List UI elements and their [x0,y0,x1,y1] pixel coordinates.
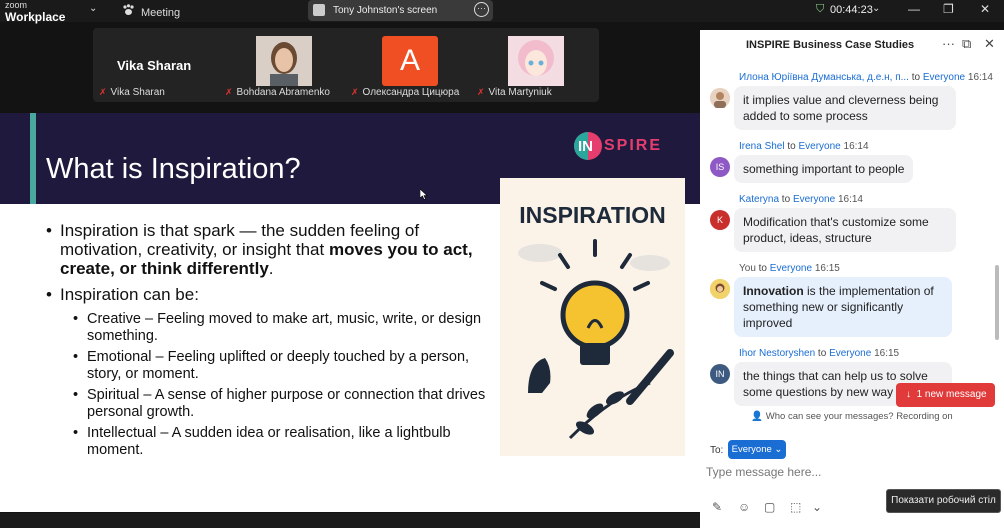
chat-panel: INSPIRE Business Case Studies ··· ⧉ ✕ Ил… [700,30,1004,528]
participant-tile[interactable]: ✗ Vita Martyniuk [471,28,597,102]
chat-message[interactable]: IS Irena Shel to Everyone 16:14 somethin… [710,141,1000,185]
participant-name-label: ✗ Vika Sharan [99,87,165,98]
chevron-down-icon[interactable]: ⌄ [812,500,822,514]
meeting-button[interactable]: Meeting [122,4,180,19]
message-bubble: Modification that's customize some produ… [734,208,956,252]
chat-scrollbar[interactable] [995,265,999,340]
sub-bullet-intellectual: Intellectual – A sudden idea or realisat… [73,425,496,459]
chevron-down-icon[interactable]: ⌄ [872,3,880,14]
chat-title: INSPIRE Business Case Studies [746,39,915,51]
mic-muted-icon: ✗ [477,87,485,97]
message-meta: Kateryna to Everyone 16:14 [739,194,863,205]
minimize-icon[interactable]: — [908,2,920,16]
privacy-notice[interactable]: 👤 Who can see your messages? Recording o… [700,411,1004,422]
file-icon[interactable]: ▢ [764,500,775,514]
title-bar: zoom Workplace ⌄ Meeting Tony Johnston's… [0,0,1004,24]
sender-avatar [710,88,730,108]
close-icon[interactable]: ✕ [980,2,990,16]
participant-name-label: ✗ Олександра Цицюра [351,87,460,98]
message-bubble: Innovation is the implementation of some… [734,277,952,337]
message-bubble: it implies value and cleverness being ad… [734,86,956,130]
sender-avatar: K [710,210,730,230]
participant-strip: Vika Sharan ✗ Vika Sharan ✗ Bohdana Abrame… [93,28,599,102]
mouse-cursor-icon [420,189,428,200]
meeting-label: Meeting [141,7,181,19]
participant-name-label: ✗ Vita Martyniuk [477,87,552,98]
screen-share-label: Tony Johnston's screen [333,5,438,16]
chevron-down-icon: ⌄ [774,444,783,455]
new-message-button[interactable]: ↓ 1 new message [896,383,995,407]
mic-muted-icon: ✗ [351,87,359,97]
bullet-definition: Inspiration is that spark — the sudden f… [46,221,496,278]
shield-icon[interactable]: ⛉ [816,3,824,16]
mic-muted-icon: ✗ [99,87,107,97]
arrow-down-icon: ↓ [906,389,911,400]
message-meta: Илона Юріївна Думанська, д.е.н, п... to … [739,72,993,83]
message-meta: Ihor Nestoryshen to Everyone 16:15 [739,348,900,359]
participant-tile[interactable]: ✗ Bohdana Abramenko [219,28,345,102]
more-icon[interactable]: ··· [942,36,955,51]
sender-avatar: IS [710,157,730,177]
message-meta: You to Everyone 16:15 [739,263,840,274]
brand-line1: zoom [5,0,28,10]
message-meta: Irena Shel to Everyone 16:14 [739,141,869,152]
chat-message[interactable]: K Kateryna to Everyone 16:14 Modificatio… [710,194,1000,256]
participant-tile[interactable]: A ✗ Олександра Цицюра [345,28,471,102]
screenshot-icon[interactable]: ⬚ [790,500,801,514]
recipient-label: To: [710,445,724,456]
chevron-down-icon[interactable]: ⌄ [89,3,97,14]
logo-rest: SPIRE [604,137,663,154]
brand-line2: Workplace [5,10,66,24]
sub-bullet-creative: Creative – Feeling moved to make art, mu… [73,311,496,345]
people-icon: 👤 [751,411,764,422]
recipient-dropdown[interactable]: Everyone ⌄ [728,440,786,459]
participant-display-name: Vika Sharan [117,58,192,73]
participant-avatar-letter: A [382,36,438,86]
meeting-timer: 00:44:23 [830,4,873,16]
participant-avatar-image [508,36,564,86]
slide-accent-bar [30,113,36,204]
emoji-icon[interactable]: ☺ [738,500,750,514]
participant-tile[interactable]: Vika Sharan ✗ Vika Sharan [93,28,219,102]
sub-bullet-emotional: Emotional – Feeling uplifted or deeply t… [73,349,496,383]
poster-title: INSPIRATION [519,202,666,228]
restore-icon[interactable]: ❐ [943,2,954,16]
sender-avatar: IN [710,364,730,384]
slide-bullets: Inspiration is that spark — the sudden f… [46,221,496,463]
slide-bottom-bar [0,513,700,528]
pop-out-icon[interactable]: ⧉ [962,36,971,52]
more-options-icon[interactable]: ··· [474,2,489,17]
mic-muted-icon: ✗ [225,87,233,97]
message-input[interactable] [706,463,876,481]
chat-message[interactable]: You to Everyone 16:15 Innovation is the … [710,263,1000,341]
screen-share-pill[interactable]: Tony Johnston's screen ··· [308,0,493,21]
lightbulb-illustration-icon [518,239,674,440]
chat-header: INSPIRE Business Case Studies ··· ⧉ ✕ [700,30,1004,60]
paw-icon [122,4,135,19]
zoom-window: zoom Workplace ⌄ Meeting Tony Johnston's… [0,0,1004,528]
participant-name-label: ✗ Bohdana Abramenko [225,87,330,98]
message-bubble: something important to people [734,155,914,183]
shared-screen-slide: What is Inspiration? IN SPIRE Inspiratio… [0,113,700,512]
participant-video [256,36,312,86]
slide-title: What is Inspiration? [46,153,301,185]
show-desktop-tooltip: Показати робочий стіл [886,489,1001,513]
format-icon[interactable]: ✎ [712,500,722,514]
zoom-brand[interactable]: zoom Workplace [5,0,66,24]
bullet-types-heading: Inspiration can be: [46,285,496,304]
sub-bullet-spiritual: Spiritual – A sense of higher purpose or… [73,387,496,421]
chat-message[interactable]: Илона Юріївна Думанська, д.е.н, п... to … [710,72,1000,132]
logo-in: IN [578,138,593,155]
close-icon[interactable]: ✕ [984,36,995,52]
my-avatar [710,279,730,299]
inspiration-poster: INSPIRATION [500,178,685,456]
sharer-avatar [313,4,325,16]
